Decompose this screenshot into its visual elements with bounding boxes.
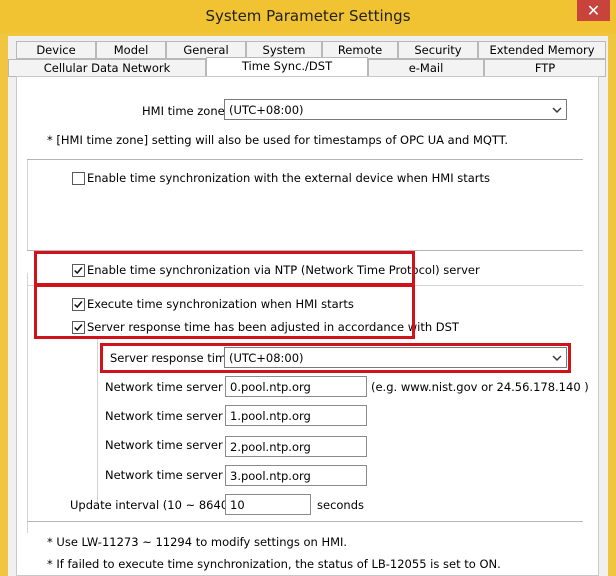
- ntp-server-3-input[interactable]: 2.pool.ntp.org: [225, 436, 367, 457]
- hmi-time-zone-select[interactable]: (UTC+08:00): [224, 99, 567, 120]
- update-interval-label: Update interval (10 ~ 86400) :: [70, 498, 248, 512]
- divider: [97, 339, 98, 504]
- tab-device[interactable]: Device: [16, 41, 96, 59]
- ntp-server-hint: (e.g. www.nist.gov or 24.56.178.140 ): [371, 380, 589, 394]
- settings-window: System Parameter Settings ✕ Device Model…: [0, 0, 616, 576]
- hmi-time-zone-value: (UTC+08:00): [229, 103, 304, 117]
- ntp-server-2-input[interactable]: 1.pool.ntp.org: [225, 405, 367, 426]
- highlight-box: [34, 251, 415, 286]
- divider: [27, 521, 583, 522]
- tab-model[interactable]: Model: [96, 41, 166, 59]
- external-sync-label: Enable time synchronization with the ext…: [87, 171, 491, 185]
- update-interval-input[interactable]: 10: [225, 494, 311, 515]
- external-sync-checkbox[interactable]: [72, 172, 85, 185]
- update-interval-unit: seconds: [317, 498, 365, 512]
- tab-strip: Device Model General System Remote Secur…: [8, 40, 606, 78]
- divider: [27, 159, 583, 160]
- ntp-server-1-input[interactable]: 0.pool.ntp.org: [225, 376, 367, 397]
- divider: [27, 160, 28, 250]
- highlight-box: [100, 343, 571, 373]
- tab-security[interactable]: Security: [398, 41, 478, 59]
- close-button[interactable]: ✕: [577, 0, 610, 21]
- window-title: System Parameter Settings: [205, 7, 411, 25]
- tab-email[interactable]: e-Mail: [368, 59, 484, 77]
- tab-extended-memory[interactable]: Extended Memory: [478, 41, 606, 59]
- highlight-box: [34, 284, 415, 339]
- divider: [27, 273, 28, 533]
- ntp-server-3-label: Network time server 3 :: [105, 438, 242, 452]
- hmi-time-zone-label: HMI time zone :: [142, 104, 233, 118]
- footnote: * Use LW-11273 ~ 11294 to modify setting…: [47, 535, 348, 549]
- footnote: * If failed to execute time synchronizat…: [47, 557, 501, 571]
- ntp-server-4-input[interactable]: 3.pool.ntp.org: [225, 465, 367, 486]
- close-icon: ✕: [586, 1, 601, 20]
- chevron-down-icon: [552, 107, 562, 113]
- tab-ftp[interactable]: FTP: [484, 59, 606, 77]
- title-bar[interactable]: System Parameter Settings ✕: [0, 0, 616, 33]
- tab-time-sync-dst[interactable]: Time Sync./DST: [206, 57, 368, 76]
- ntp-server-1-label: Network time server 1 :: [105, 380, 242, 394]
- tab-cellular-data-network[interactable]: Cellular Data Network: [8, 59, 206, 77]
- ntp-server-2-label: Network time server 2 :: [105, 409, 242, 423]
- hmi-time-zone-note: * [HMI time zone] setting will also be u…: [47, 133, 509, 147]
- ntp-server-4-label: Network time server 4 :: [105, 468, 242, 482]
